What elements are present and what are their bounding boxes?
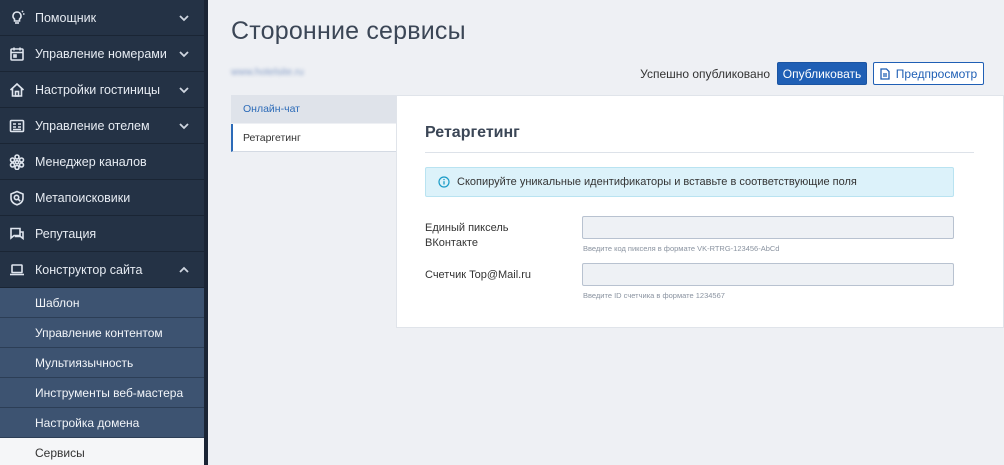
sidebar-item-label: Управление номерами	[35, 46, 167, 61]
retargeting-panel: Ретаргетинг Скопируйте уникальные иденти…	[396, 95, 1004, 328]
sidebar-item-label: Управление отелем	[35, 118, 150, 133]
info-text: Скопируйте уникальные идентификаторы и в…	[457, 176, 857, 188]
preview-button[interactable]: Предпросмотр	[873, 62, 984, 85]
sidebar-item-site-builder[interactable]: Конструктор сайта	[0, 252, 204, 288]
publish-button[interactable]: Опубликовать	[777, 62, 867, 85]
sidebar-item-metasearch[interactable]: Метапоисковики	[0, 180, 204, 216]
sidebar-item-label: Метапоисковики	[35, 190, 131, 205]
info-icon	[438, 176, 450, 188]
chevron-down-icon	[179, 120, 189, 130]
chevron-up-icon	[179, 264, 189, 274]
sidebar-item-reputation[interactable]: Репутация	[0, 216, 204, 252]
sidebar-item-label: Конструктор сайта	[35, 262, 143, 277]
page-title: Сторонние сервисы	[231, 17, 466, 45]
search-shield-icon	[9, 190, 25, 206]
sidebar-item-assistant[interactable]: Помощник	[0, 0, 204, 36]
sidebar-item-hotel-settings[interactable]: Настройки гостиницы	[0, 72, 204, 108]
chevron-down-icon	[179, 84, 189, 94]
chevron-down-icon	[179, 48, 189, 58]
tab-online-chat[interactable]: Онлайн-чат	[231, 95, 396, 123]
sidebar-subitem-webmaster-tools[interactable]: Инструменты веб-мастера	[0, 378, 204, 408]
laptop-icon	[9, 262, 25, 278]
sidebar-subitem-content-management[interactable]: Управление контентом	[0, 318, 204, 348]
sidebar-item-room-management[interactable]: Управление номерами	[0, 36, 204, 72]
vk-pixel-hint: Введите код пикселя в формате VK-RTRG-12…	[583, 244, 780, 253]
divider	[425, 152, 974, 153]
sidebar-item-label: Помощник	[35, 10, 97, 25]
sidebar-item-channel-manager[interactable]: Менеджер каналов	[0, 144, 204, 180]
hexagon-network-icon	[9, 153, 25, 170]
mailru-counter-input[interactable]	[582, 263, 954, 286]
chat-icon	[9, 226, 25, 242]
lightbulb-icon	[9, 9, 25, 26]
publish-status: Успешно опубликовано	[640, 67, 770, 81]
main-content: Сторонние сервисы www.hotelsite.ru Успеш…	[208, 0, 1004, 465]
sidebar-subitem-services[interactable]: Сервисы	[0, 438, 204, 465]
panel-title: Ретаргетинг	[425, 124, 520, 141]
sidebar-item-label: Менеджер каналов	[35, 154, 147, 169]
site-url-link[interactable]: www.hotelsite.ru	[231, 67, 304, 78]
sidebar-subitem-multilanguage[interactable]: Мультиязычность	[0, 348, 204, 378]
tab-retargeting[interactable]: Ретаргетинг	[231, 124, 396, 152]
dashboard-icon	[9, 118, 25, 134]
vk-pixel-input[interactable]	[582, 216, 954, 239]
sidebar-item-hotel-management[interactable]: Управление отелем	[0, 108, 204, 144]
mailru-counter-hint: Введите ID счетчика в формате 1234567	[583, 291, 725, 300]
document-icon	[880, 67, 890, 80]
chevron-down-icon	[179, 12, 189, 22]
sidebar: Помощник Управление номерами Настройки г…	[0, 0, 208, 465]
house-icon	[9, 82, 25, 98]
mailru-counter-label: Счетчик Top@Mail.ru	[425, 269, 531, 281]
sidebar-item-label: Настройки гостиницы	[35, 82, 160, 97]
info-alert: Скопируйте уникальные идентификаторы и в…	[425, 167, 954, 197]
calendar-icon	[9, 46, 25, 62]
sidebar-subitem-template[interactable]: Шаблон	[0, 288, 204, 318]
sidebar-subitem-domain-settings[interactable]: Настройка домена	[0, 408, 204, 438]
vk-pixel-label: Единый пиксель ВКонтакте	[425, 222, 509, 249]
sidebar-item-label: Репутация	[35, 226, 97, 241]
preview-button-label: Предпросмотр	[895, 66, 978, 81]
